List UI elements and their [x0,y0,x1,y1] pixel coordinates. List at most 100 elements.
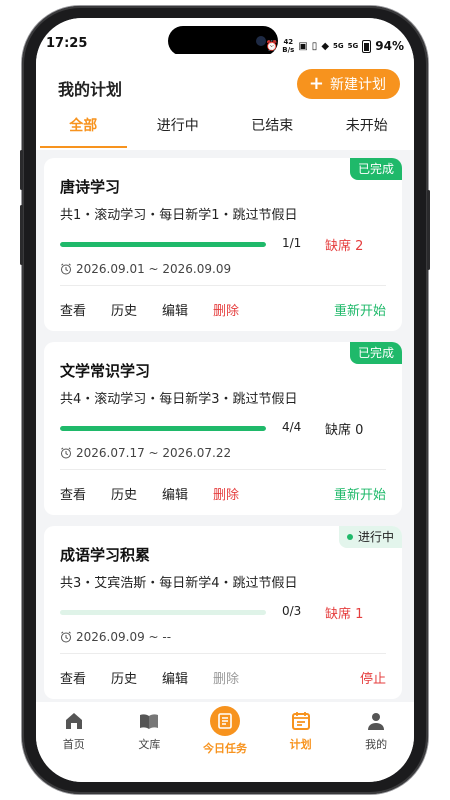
status-icons: ⏰ 42 B/s ▣ ▯ ◆ 5G 5G 94% [266,38,404,54]
status-badge: 已完成 [349,158,402,180]
absent-count: 缺席 0 [325,423,364,438]
progress-ratio: 4/4 [282,420,302,434]
signal-5g-2: 5G [347,42,359,50]
restart-button[interactable]: 重新开始 [334,484,386,503]
view-button[interactable]: 查看 [60,668,86,687]
plan-card[interactable]: 进行中 成语学习积累 共3・艾宾浩斯・每日新学4・跳过节假日 0/3 缺席 1 … [44,526,402,699]
plan-card[interactable]: 已完成 文学常识学习 共4・滚动学习・每日新学3・跳过节假日 4/4 缺席 0 … [44,342,402,515]
date-range: 2026.09.09 ~ -- [60,630,171,644]
page-header: 我的计划 + 新建计划 全部 进行中 已结束 未开始 [36,54,414,150]
clock-icon [61,631,71,643]
progress-bar [60,610,266,615]
nav-library-label: 文库 [138,738,161,751]
plan-title: 唐诗学习 [60,178,121,196]
book-icon [140,714,159,729]
nav-today[interactable]: 今日任务 [187,706,263,782]
wifi-icon: ◆ [321,40,330,52]
plan-title: 文学常识学习 [60,362,151,380]
page-title: 我的计划 [58,80,123,99]
divider [60,285,386,286]
progress-bar [60,242,266,247]
edit-button[interactable]: 编辑 [162,484,188,503]
plan-title: 成语学习积累 [60,546,151,564]
nav-today-label: 今日任务 [202,742,247,755]
delete-button[interactable]: 删除 [213,300,239,319]
card-actions: 查看 历史 编辑 删除 重新开始 [60,482,386,504]
delete-button[interactable]: 删除 [213,484,239,503]
divider [60,653,386,654]
delete-button[interactable]: 删除 [213,668,239,687]
stop-button[interactable]: 停止 [360,668,386,687]
progress-bar [60,426,266,431]
bottom-nav: 首页 文库 今日任务 计划 我的 [36,702,414,782]
restart-button[interactable]: 重新开始 [334,300,386,319]
nav-library[interactable]: 文库 [112,710,188,782]
net-speed: 42 B/s [282,38,295,54]
progress-row: 4/4 缺席 0 [60,418,386,438]
calendar-icon [291,712,310,730]
nav-plan-label: 计划 [289,738,312,751]
edit-button[interactable]: 编辑 [162,668,188,687]
history-button[interactable]: 历史 [111,484,137,503]
progress-bar-fill [60,426,266,431]
absent-count: 缺席 2 [325,239,364,254]
user-icon [368,713,385,730]
history-button[interactable]: 历史 [111,668,137,687]
home-icon [65,713,82,729]
nav-mine-label: 我的 [365,738,388,751]
progress-ratio: 1/1 [282,236,302,250]
clock-icon [61,447,71,459]
progress-bar-fill [60,242,266,247]
today-task-icon [209,706,240,736]
plan-list: 已完成 唐诗学习 共1・滚动学习・每日新学1・跳过节假日 1/1 缺席 2 20… [44,158,402,710]
dynamic-island [168,26,278,56]
plan-card[interactable]: 已完成 唐诗学习 共1・滚动学习・每日新学1・跳过节假日 1/1 缺席 2 20… [44,158,402,331]
progress-ratio: 0/3 [282,604,302,618]
plan-meta: 共3・艾宾浩斯・每日新学4・跳过节假日 [60,576,298,591]
filter-tabs: 全部 进行中 已结束 未开始 [36,110,414,150]
nfc-icon: ▣ [298,40,308,52]
status-time: 17:25 [46,36,88,51]
status-bar: 17:25 ⏰ 42 B/s ▣ ▯ ◆ 5G 5G 94% [36,18,414,56]
status-dot-icon [346,534,353,540]
nav-plan[interactable]: 计划 [263,710,339,782]
date-text: 2026.09.09 ~ -- [76,630,172,644]
new-plan-button[interactable]: + 新建计划 [296,69,400,99]
date-text: 2026.09.01 ~ 2026.09.09 [76,262,232,276]
vibrate-icon: ▯ [311,40,318,52]
divider [60,469,386,470]
phone-side-button [20,150,23,190]
nav-mine[interactable]: 我的 [338,710,414,782]
phone-power-button [427,190,430,270]
new-plan-label: 新建计划 [330,77,386,93]
card-actions: 查看 历史 编辑 删除 停止 [60,666,386,688]
nav-home[interactable]: 首页 [36,710,112,782]
view-button[interactable]: 查看 [60,300,86,319]
status-badge: 已完成 [349,342,402,364]
app-screen: 17:25 ⏰ 42 B/s ▣ ▯ ◆ 5G 5G 94% 我的计划 + 新建计… [36,18,414,782]
history-button[interactable]: 历史 [111,300,137,319]
edit-button[interactable]: 编辑 [162,300,188,319]
tab-ongoing[interactable]: 进行中 [131,110,226,150]
tab-all[interactable]: 全部 [36,110,131,150]
plan-meta: 共1・滚动学习・每日新学1・跳过节假日 [60,208,298,223]
phone-volume-button [20,205,23,265]
card-actions: 查看 历史 编辑 删除 重新开始 [60,298,386,320]
date-range: 2026.07.17 ~ 2026.07.22 [60,446,231,460]
progress-row: 1/1 缺席 2 [60,234,386,254]
view-button[interactable]: 查看 [60,484,86,503]
plus-icon: + [308,73,324,94]
battery-icon [362,39,372,53]
tab-finished[interactable]: 已结束 [225,110,320,150]
camera-icon [256,36,266,46]
date-range: 2026.09.01 ~ 2026.09.09 [60,262,231,276]
nav-home-label: 首页 [62,738,85,751]
plan-meta: 共4・滚动学习・每日新学3・跳过节假日 [60,392,298,407]
absent-count: 缺席 1 [325,607,364,622]
battery-percent: 94% [375,39,404,53]
status-badge: 进行中 [338,526,402,548]
tab-not-started[interactable]: 未开始 [320,110,415,150]
signal-5g-1: 5G [333,42,344,50]
date-text: 2026.07.17 ~ 2026.07.22 [76,446,232,460]
alarm-icon: ⏰ [265,40,279,52]
